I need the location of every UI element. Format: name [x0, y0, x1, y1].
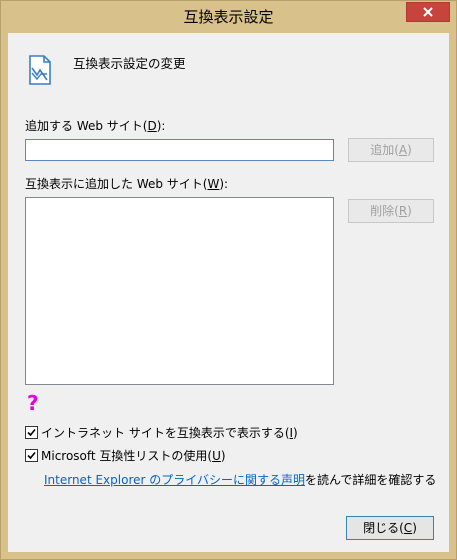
ms-compat-list-label: Microsoft 互換性リストの使用(U) — [41, 449, 226, 463]
intranet-option[interactable]: イントラネット サイトを互換表示で表示する(I) — [25, 424, 298, 441]
checkmark-icon — [27, 451, 36, 460]
site-listbox[interactable] — [25, 197, 334, 385]
help-icon[interactable]: ? — [27, 393, 41, 413]
site-list-label: 互換表示に追加した Web サイト(W): — [25, 177, 229, 191]
privacy-statement: Internet Explorer のプライバシーに関する声明を読んで詳細を確認… — [44, 471, 436, 488]
close-button[interactable]: 閉じる(C) — [346, 516, 434, 540]
title-bar[interactable]: 互換表示設定 — [1, 1, 456, 33]
close-icon — [423, 7, 433, 17]
privacy-rest-text: を読んで詳細を確認する — [305, 473, 437, 487]
intranet-label: イントラネット サイトを互換表示で表示する(I) — [41, 426, 298, 440]
ms-compat-list-checkbox[interactable] — [25, 449, 38, 462]
add-button[interactable]: 追加(A) — [348, 138, 434, 162]
ms-compat-list-option[interactable]: Microsoft 互換性リストの使用(U) — [25, 447, 226, 464]
page-compat-icon — [27, 54, 53, 86]
intranet-checkbox[interactable] — [25, 426, 38, 439]
add-site-input[interactable] — [25, 139, 334, 161]
page-heading: 互換表示設定の変更 — [73, 56, 186, 71]
remove-button[interactable]: 削除(R) — [348, 199, 434, 223]
window-title: 互換表示設定 — [183, 8, 274, 26]
dialog-body: 互換表示設定の変更 追加する Web サイト(D): 追加(A) 互換表示に追加… — [8, 33, 449, 552]
add-site-label: 追加する Web サイト(D): — [25, 119, 166, 133]
window-close-button[interactable] — [406, 2, 450, 22]
dialog-window: 互換表示設定 互換表示設定の変更 追加する Web サイト(D): 追加(A) … — [0, 0, 457, 560]
privacy-link[interactable]: Internet Explorer のプライバシーに関する声明 — [44, 473, 305, 487]
checkmark-icon — [27, 428, 36, 437]
